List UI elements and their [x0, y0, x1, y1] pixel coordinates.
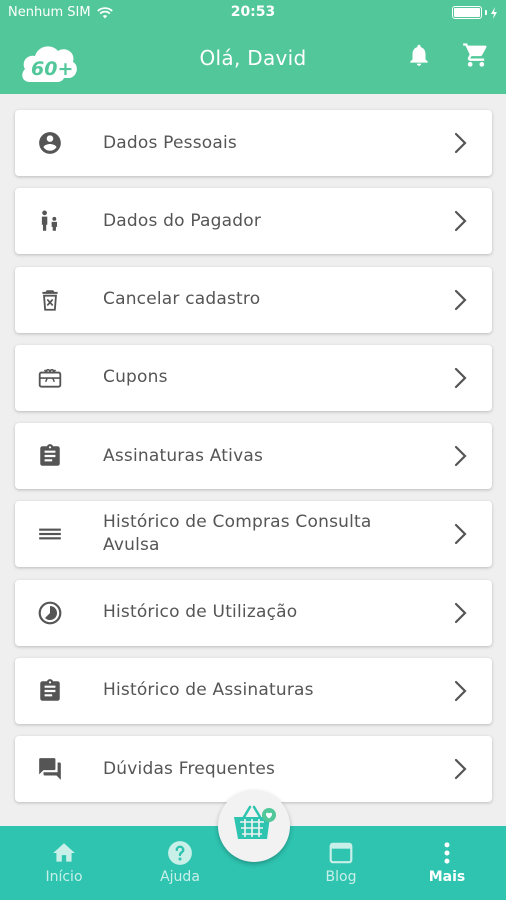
chevron-right-icon: [454, 132, 467, 154]
menu-item-historico-utilizacao[interactable]: Histórico de Utilização: [15, 579, 492, 646]
menu-item-label: Cupons: [103, 367, 168, 388]
menu-item-label: Dados do Pagador: [103, 210, 262, 231]
app-header: 60+ Olá, David: [0, 26, 506, 94]
gift-card-icon: [37, 365, 63, 391]
menu-item-label: Cancelar cadastro: [103, 289, 261, 309]
menu-item-cupons[interactable]: Cupons: [15, 344, 492, 411]
payer-people-icon: [37, 208, 63, 234]
cart-icon[interactable]: [462, 41, 490, 69]
menu-item-label: Histórico de Compras Consulta Avulsa: [103, 512, 372, 556]
chevron-right-icon: [454, 602, 467, 623]
chevron-right-icon: [454, 367, 467, 388]
chat-bubbles-icon: [37, 756, 63, 782]
clock: 20:53: [230, 4, 276, 20]
basket-button[interactable]: [218, 790, 290, 862]
home-icon: [51, 840, 77, 866]
menu-item-historico-assinaturas[interactable]: Histórico de Assinaturas: [15, 657, 492, 724]
tab-label: Ajuda: [160, 869, 200, 885]
trash-icon: [37, 287, 63, 313]
menu-item-label: Dados Pessoais: [103, 132, 237, 153]
tab-label: Mais: [428, 869, 466, 885]
person-circle-icon: [37, 130, 63, 156]
browser-icon: [328, 840, 354, 866]
menu-item-label: Histórico de Assinaturas: [103, 680, 314, 701]
chevron-right-icon: [454, 524, 467, 545]
chevron-right-icon: [454, 680, 467, 701]
clock-pie-icon: [37, 600, 63, 626]
menu-list: Dados Pessoais Dados do Pagador Cancelar…: [15, 110, 492, 814]
menu-item-cancelar-cadastro[interactable]: Cancelar cadastro: [15, 266, 492, 333]
bell-icon[interactable]: [406, 42, 432, 68]
menu-item-dados-pessoais[interactable]: Dados Pessoais: [15, 110, 492, 176]
menu-item-assinaturas-ativas[interactable]: Assinaturas Ativas: [15, 423, 492, 489]
help-icon: [167, 840, 193, 866]
chevron-right-icon: [454, 758, 467, 780]
menu-item-label: Histórico de Utilização: [103, 602, 298, 622]
more-vertical-icon: [434, 840, 460, 866]
menu-item-dados-pagador[interactable]: Dados do Pagador: [15, 188, 492, 255]
menu-item-label: Assinaturas Ativas: [103, 445, 264, 466]
basket-icon: [230, 803, 278, 849]
tab-label: Blog: [325, 869, 357, 885]
chevron-right-icon: [454, 211, 467, 232]
tab-mais[interactable]: Mais: [397, 826, 497, 900]
clipboard-icon: [37, 443, 63, 469]
list-lines-icon: [37, 521, 63, 547]
menu-item-label: Dúvidas Frequentes: [103, 758, 276, 779]
status-bar: Nenhum SIM 20:53: [0, 0, 506, 26]
tab-inicio[interactable]: Início: [14, 826, 114, 900]
tab-label: Início: [45, 869, 83, 885]
clipboard-icon: [37, 678, 63, 704]
tab-blog[interactable]: Blog: [291, 826, 391, 900]
chevron-right-icon: [454, 445, 467, 467]
menu-item-historico-compras[interactable]: Histórico de Compras Consulta Avulsa: [15, 501, 492, 568]
battery-icon: [452, 6, 498, 19]
chevron-right-icon: [454, 289, 467, 310]
tab-ajuda[interactable]: Ajuda: [130, 826, 230, 900]
